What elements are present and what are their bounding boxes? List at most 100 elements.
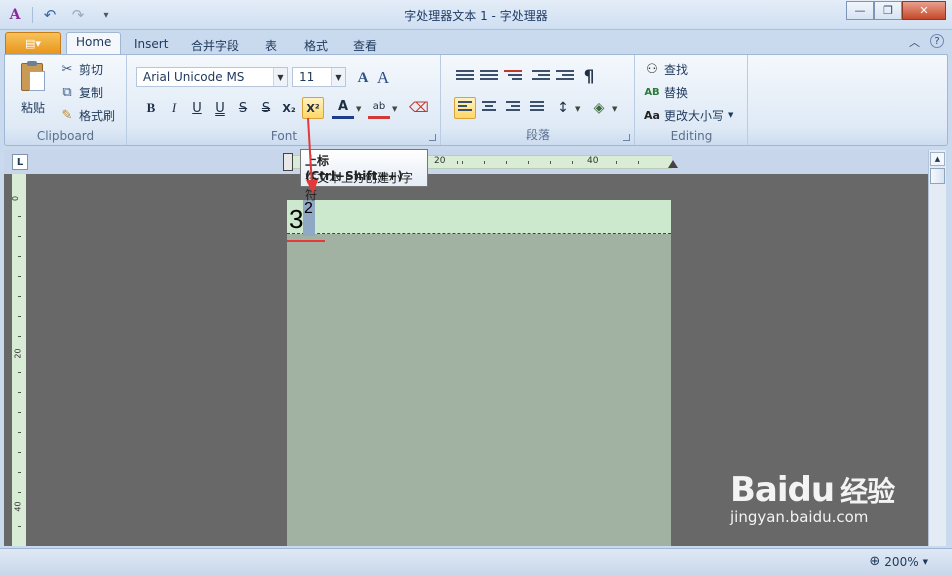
numbering-icon[interactable] [478,66,500,88]
paragraph-group: ¶ ↕ ▼ ◈ ▼ 段落 [442,55,635,145]
vertical-scrollbar[interactable]: ▲ [928,150,946,546]
zoom-control[interactable]: ⊕ 200% ▼ [869,554,928,569]
font-size-select[interactable]: 11 ▼ [292,67,346,87]
scroll-thumb[interactable] [930,168,945,184]
shading-icon[interactable]: ◈ [588,97,610,119]
shrink-font-button[interactable]: A [372,67,394,89]
paste-label: 粘贴 [20,101,45,115]
bold-button[interactable]: B [140,97,162,119]
font-name-value: Arial Unicode MS [143,70,245,84]
cut-button[interactable]: ✂ 剪切 [59,59,103,79]
increase-indent-icon[interactable] [554,66,576,88]
zoom-level: 200% [884,554,919,569]
paragraph-group-label: 段落 [525,128,550,142]
help-icon[interactable]: ? [930,34,944,48]
document-page[interactable]: 2 3 [287,200,671,546]
editing-group: ⚇ 查找 AB 替换 Aa 更改大小写 ▼ Editing [636,55,748,145]
align-right-icon[interactable] [502,97,524,119]
italic-button[interactable]: I [163,97,185,119]
format-painter-label: 格式刷 [79,108,116,123]
collapse-ribbon-icon[interactable]: ︿ [909,34,920,50]
shading-dropdown-icon[interactable]: ▼ [612,105,617,113]
bullets-icon[interactable] [454,66,476,88]
format-painter-button[interactable]: ✎ 格式刷 [59,105,115,125]
left-indent-marker[interactable] [283,153,293,171]
copy-label: 复制 [79,85,104,100]
grow-font-button[interactable]: A [352,67,374,89]
scroll-up-icon[interactable]: ▲ [930,152,945,166]
paintbrush-icon: ✎ [61,107,73,123]
line-spacing-dropdown-icon[interactable]: ▼ [575,105,580,113]
replace-icon: AB [644,86,660,98]
clipboard-group: 粘贴 ✂ 剪切 ⧉ 复制 ✎ 格式刷 Clipboard [5,55,127,145]
align-center-icon[interactable] [478,97,500,119]
paragraph-dialog-launcher[interactable] [623,134,630,141]
superscript-button[interactable]: X² [302,97,324,119]
font-size-value: 11 [299,70,315,84]
baidu-watermark: Baidu 经验 jingyan.baidu.com [730,470,895,526]
watermark-logo-cn: 经验 [840,475,895,508]
font-name-select[interactable]: Arial Unicode MS ▼ [136,67,288,87]
copy-button[interactable]: ⧉ 复制 [59,82,103,102]
replace-button[interactable]: AB 替换 [644,82,688,102]
current-line-highlight [287,200,671,234]
tab-table[interactable]: 表 [265,34,277,54]
editing-group-label: Editing [670,129,713,143]
minimize-button[interactable]: — [846,1,874,20]
base-text[interactable]: 3 [289,204,303,235]
font-color-dropdown-icon[interactable]: ▼ [356,105,361,113]
double-strikethrough-button[interactable]: S [255,97,277,119]
superscript-tooltip: 上标 (Ctrl+Shift++) 在文本上方创建小字符 [300,149,428,202]
restore-button[interactable]: ❐ [874,1,902,20]
binoculars-icon: ⚇ [646,61,658,77]
clipboard-group-label: Clipboard [36,129,95,143]
font-color-button[interactable]: A [332,97,354,119]
tab-insert[interactable]: Insert [134,34,168,54]
subscript-button[interactable]: X₂ [278,97,300,119]
scissors-icon: ✂ [61,61,73,77]
ruler-label-20: 20 [434,156,446,166]
align-left-icon[interactable] [454,97,476,119]
find-button[interactable]: ⚇ 查找 [644,59,688,79]
grow-font-icon: A [357,69,369,86]
right-indent-marker[interactable] [668,160,678,168]
tab-merge-fields[interactable]: 合并字段 [191,34,239,54]
window-controls: — ❐ ✕ [846,1,946,20]
chevron-down-icon: ▼ [728,111,734,119]
ribbon-right-controls: ︿ ? [909,34,944,50]
line-spacing-icon[interactable]: ↕ [552,97,574,119]
replace-label: 替换 [664,85,689,100]
shrink-font-icon: A [376,68,390,87]
vruler-label-0: 0 [11,195,21,202]
red-underline-annotation [287,240,325,242]
strikethrough-button[interactable]: S [232,97,254,119]
highlight-button[interactable]: ab [368,97,390,119]
ribbon: 粘贴 ✂ 剪切 ⧉ 复制 ✎ 格式刷 Clipboard Arial Unico… [4,54,948,146]
underline-button[interactable]: U [186,97,208,119]
close-button[interactable]: ✕ [902,1,946,20]
tab-format[interactable]: 格式 [304,34,328,54]
justify-icon[interactable] [526,97,548,119]
vertical-ruler[interactable]: 0 20 40 [11,174,26,546]
window-title: 字处理器文本 1 - 字处理器 [404,9,548,23]
multilevel-list-icon[interactable] [502,66,524,88]
paste-button[interactable]: 粘贴 [13,61,53,116]
tab-selector[interactable]: L [12,154,28,170]
tab-home[interactable]: Home [66,32,122,55]
clear-format-icon[interactable]: ⌫ [408,97,430,119]
superscript-text[interactable]: 2 [303,200,315,236]
copy-icon: ⧉ [62,84,72,100]
decrease-indent-icon[interactable] [530,66,552,88]
paste-icon [19,61,47,93]
file-menu-button[interactable]: ▤▾ [5,32,61,54]
font-dialog-launcher[interactable] [429,134,436,141]
font-group-label: Font [270,129,298,143]
title-bar: A ↶ ↷ ▾ 字处理器文本 1 - 字处理器 — ❐ ✕ [0,0,952,30]
watermark-logo: Baidu 经验 [730,470,895,510]
change-case-button[interactable]: Aa 更改大小写 ▼ [644,105,733,125]
double-underline-button[interactable]: U [209,97,231,119]
pilcrow-icon[interactable]: ¶ [578,66,600,88]
font-group: Arial Unicode MS ▼ 11 ▼ A A B I U U S S … [128,55,441,145]
highlight-dropdown-icon[interactable]: ▼ [392,105,397,113]
tab-view[interactable]: 查看 [353,34,377,54]
